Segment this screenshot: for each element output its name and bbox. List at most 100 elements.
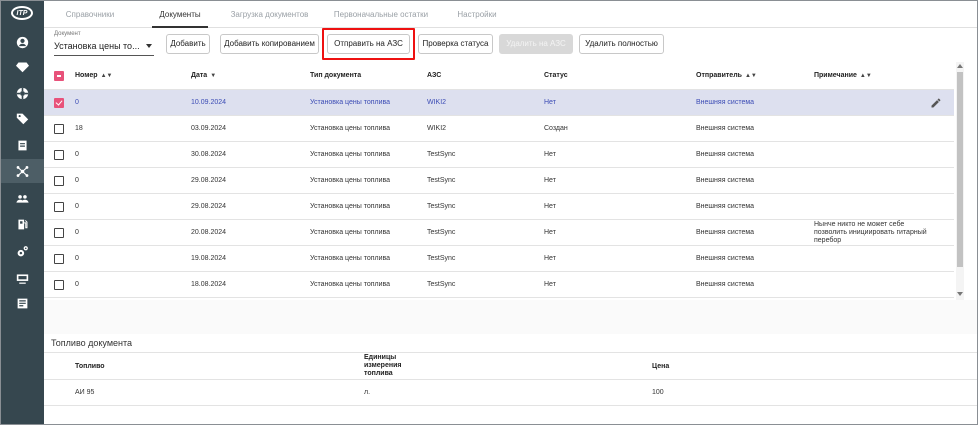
cell-date: 30.08.2024	[191, 151, 227, 158]
sidebar: ITP	[1, 1, 44, 424]
scroll-down-icon[interactable]	[957, 292, 963, 296]
header-date[interactable]: Дата ▼	[191, 62, 216, 89]
cell-status: Нет	[544, 203, 556, 210]
document-icon	[18, 140, 27, 150]
nav-tag[interactable]	[1, 106, 44, 130]
row-checkbox[interactable]	[54, 98, 64, 108]
cell-number: 0	[75, 281, 79, 288]
nav-document[interactable]	[1, 133, 44, 157]
nav-group[interactable]	[1, 186, 44, 210]
cell-price: 100	[652, 389, 664, 396]
cell-type: Установка цены топлива	[310, 203, 391, 210]
add-copy-button[interactable]: Добавить копированием	[220, 34, 319, 54]
check-status-button[interactable]: Проверка статуса	[418, 34, 493, 54]
cell-type: Установка цены топлива	[310, 125, 391, 132]
nav-user[interactable]	[1, 30, 44, 54]
notebook-icon	[17, 298, 28, 308]
scroll-thumb[interactable]	[957, 72, 963, 267]
cell-status: Нет	[544, 281, 556, 288]
row-checkbox[interactable]	[54, 124, 64, 134]
row-checkbox[interactable]	[54, 202, 64, 212]
tag-icon	[16, 113, 29, 124]
cell-type: Установка цены топлива	[310, 281, 391, 288]
cell-station: TestSync	[427, 177, 456, 184]
header-price: Цена	[652, 362, 670, 370]
header-note[interactable]: Примечание ▲▼	[814, 62, 872, 89]
row-checkbox[interactable]	[54, 228, 64, 238]
tab-settings[interactable]: Настройки	[452, 1, 502, 28]
cell-status: Нет	[544, 255, 556, 262]
table-row[interactable]: 0 10.09.2024 Установка цены топлива WIKI…	[44, 90, 954, 116]
cell-date: 18.08.2024	[191, 281, 227, 288]
header-station: АЗС	[427, 72, 442, 79]
document-select-label: Документ	[54, 31, 81, 37]
nav-notebook[interactable]	[1, 291, 44, 315]
cell-date: 03.09.2024	[191, 125, 227, 132]
app-logo[interactable]: ITP	[11, 6, 33, 20]
cell-number: 0	[75, 99, 79, 106]
nav-gears[interactable]	[1, 239, 44, 263]
fuel-header-row: Топливо Единицы измерения топлива Цена	[44, 352, 977, 380]
cell-station: WIKI2	[427, 125, 447, 132]
row-checkbox[interactable]	[54, 176, 64, 186]
nav-monitor[interactable]	[1, 266, 44, 290]
table-header-row: Номер ▲▼ Дата ▼ Тип документа АЗС Статус О…	[44, 62, 954, 90]
delete-full-button[interactable]: Удалить полностью	[579, 34, 664, 54]
cell-station: TestSync	[427, 203, 456, 210]
header-fuel: Топливо	[75, 362, 105, 370]
table-row[interactable]: 0 29.08.2024 Установка цены топлива Test…	[44, 194, 954, 220]
fuel-row[interactable]: АИ 95 л. 100	[44, 380, 977, 406]
cell-unit: л.	[364, 389, 371, 396]
fuel-section-title: Топливо документа	[51, 338, 133, 348]
table-row[interactable]: 0 30.08.2024 Установка цены топлива Test…	[44, 142, 954, 168]
nav-settings-wheel[interactable]	[1, 81, 44, 105]
tab-documents[interactable]: Документы	[152, 1, 208, 28]
tab-references[interactable]: Справочники	[56, 1, 124, 28]
cell-fuel: АИ 95	[75, 389, 95, 396]
cell-number: 0	[75, 177, 79, 184]
document-select-value: Установка цены то...	[54, 41, 140, 51]
table-row[interactable]: 0 29.08.2024 Установка цены топлива Test…	[44, 168, 954, 194]
group-icon	[16, 194, 29, 203]
fuel-table: Топливо Единицы измерения топлива Цена А…	[44, 352, 977, 412]
cell-status: Нет	[544, 229, 556, 236]
table-row[interactable]: 18 03.09.2024 Установка цены топлива WIK…	[44, 116, 954, 142]
table-row[interactable]: 0 20.08.2024 Установка цены топлива Test…	[44, 220, 954, 246]
cell-status: Нет	[544, 99, 556, 106]
tab-initial-balances[interactable]: Первоначальные остатки	[331, 1, 431, 28]
header-status: Статус	[544, 72, 568, 79]
diamond-icon	[16, 61, 29, 72]
nav-network[interactable]	[1, 159, 44, 183]
top-tabs: Справочники Документы Загрузка документо…	[44, 1, 977, 28]
cell-station: TestSync	[427, 281, 456, 288]
header-number[interactable]: Номер ▲▼	[75, 62, 112, 89]
fuel-pump-icon	[18, 219, 28, 229]
cell-number: 0	[75, 255, 79, 262]
add-button[interactable]: Добавить	[166, 34, 210, 54]
row-checkbox[interactable]	[54, 150, 64, 160]
select-all-checkbox[interactable]	[54, 71, 64, 81]
scroll-up-icon[interactable]	[957, 64, 963, 68]
cell-date: 19.08.2024	[191, 255, 227, 262]
edit-icon[interactable]	[930, 97, 942, 109]
tab-upload-documents[interactable]: Загрузка документов	[227, 1, 312, 28]
row-checkbox[interactable]	[54, 280, 64, 290]
cell-sender: Внешняя система	[696, 151, 755, 158]
cell-date: 29.08.2024	[191, 177, 227, 184]
chevron-down-icon	[146, 44, 152, 48]
table-row[interactable]: 0 18.08.2024 Установка цены топлива Test…	[44, 272, 954, 298]
table-row[interactable]: 0 19.08.2024 Установка цены топлива Test…	[44, 246, 954, 272]
delete-on-station-button[interactable]: Удалить на АЗС	[499, 34, 573, 54]
monitor-icon	[16, 273, 29, 284]
document-type-select[interactable]: Документ Установка цены то...	[54, 31, 154, 56]
header-sender[interactable]: Отправитель ▲▼	[696, 62, 757, 89]
table-scrollbar[interactable]	[956, 62, 964, 300]
send-button-highlight	[322, 28, 415, 60]
nav-diamond[interactable]	[1, 54, 44, 78]
nav-fuel[interactable]	[1, 212, 44, 236]
row-checkbox[interactable]	[54, 254, 64, 264]
logo-text: ITP	[16, 9, 28, 17]
cell-status: Нет	[544, 151, 556, 158]
cell-sender: Внешняя система	[696, 125, 755, 132]
cell-type: Установка цены топлива	[310, 151, 391, 158]
